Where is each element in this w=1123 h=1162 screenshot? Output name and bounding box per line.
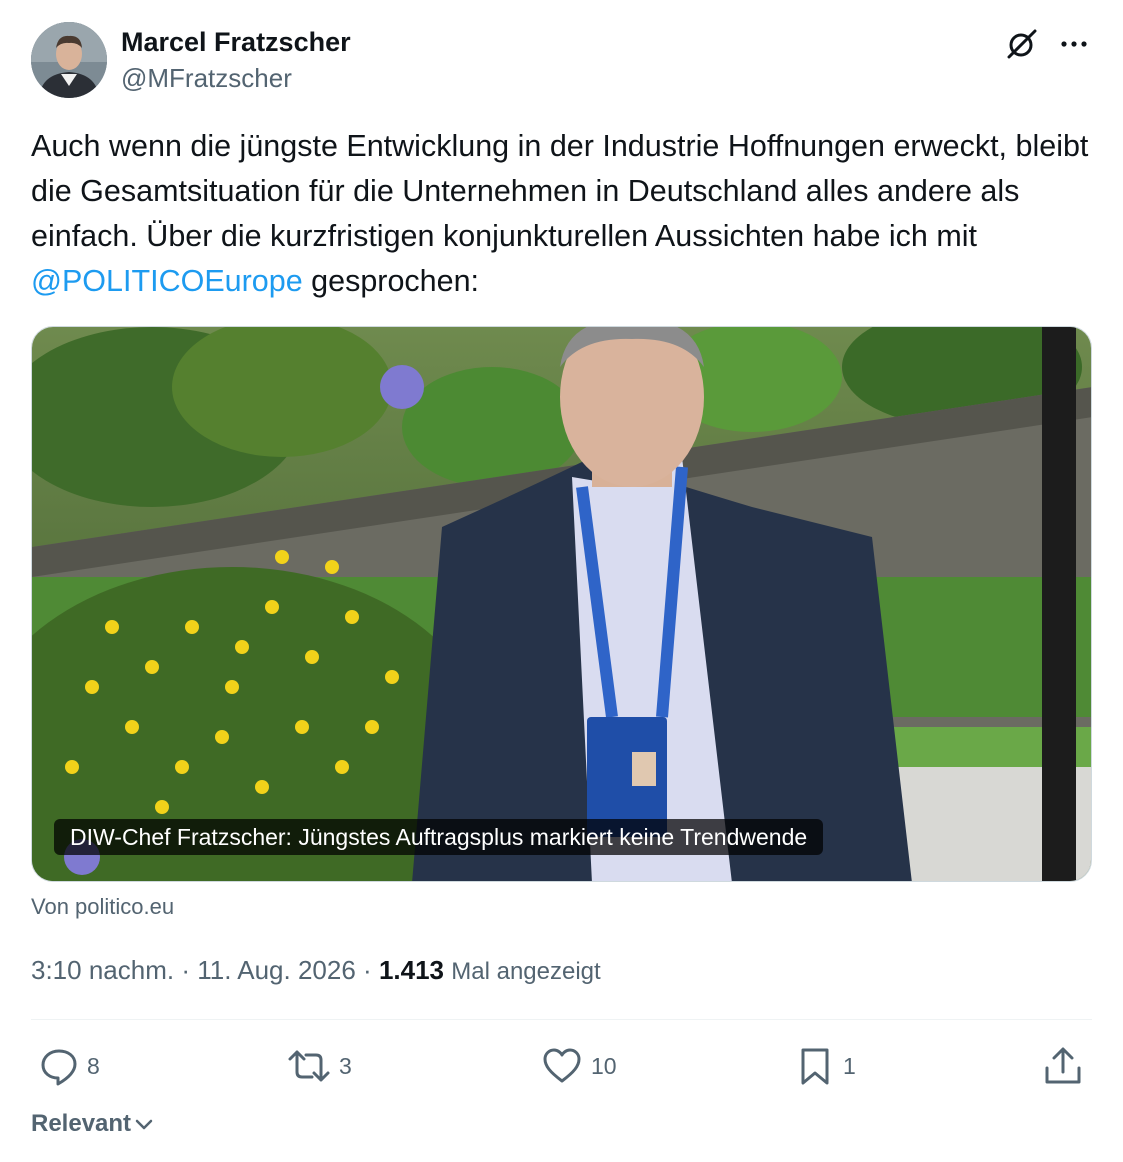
- views-label: Mal angezeigt: [451, 958, 601, 985]
- reply-button[interactable]: 8: [39, 1040, 100, 1092]
- tweet-text-before: Auch wenn die jüngste Entwicklung in der…: [31, 129, 1089, 253]
- more-icon[interactable]: [1056, 26, 1092, 62]
- chevron-down-icon: [135, 1119, 153, 1130]
- like-icon: [543, 1048, 581, 1083]
- tweet-meta: 3:10 nachm. · 11. Aug. 2026 · 1.413 Mal …: [31, 952, 601, 990]
- avatar[interactable]: [31, 22, 107, 98]
- tweet-text: Auch wenn die jüngste Entwicklung in der…: [31, 124, 1101, 304]
- repost-button[interactable]: 3: [287, 1040, 352, 1092]
- grok-icon[interactable]: [1004, 26, 1040, 62]
- like-button[interactable]: 10: [541, 1040, 617, 1092]
- sort-label: Relevant: [31, 1110, 132, 1137]
- author-display-name[interactable]: Marcel Fratzscher: [121, 26, 351, 58]
- share-button[interactable]: [1043, 1040, 1083, 1092]
- sort-dropdown[interactable]: Relevant: [31, 1107, 155, 1141]
- card-caption: DIW-Chef Fratzscher: Jüngstes Auftragspl…: [54, 819, 824, 855]
- tweet-text-after: gesprochen:: [302, 264, 480, 298]
- tweet-time[interactable]: 3:10 nachm.: [31, 955, 174, 985]
- views-count: 1.413: [378, 955, 445, 985]
- link-card[interactable]: DIW-Chef Fratzscher: Jüngstes Auftragspl…: [31, 326, 1092, 882]
- share-icon: [1045, 1047, 1081, 1084]
- divider: [31, 1019, 1092, 1020]
- bookmark-button[interactable]: 1: [795, 1040, 856, 1092]
- card-source[interactable]: Von politico.eu: [31, 893, 174, 921]
- reply-icon: [41, 1049, 77, 1086]
- card-image: [32, 327, 1091, 881]
- repost-icon: [288, 1050, 330, 1082]
- tweet-date[interactable]: 11. Aug. 2026: [197, 955, 356, 985]
- tweet-header: Marcel Fratzscher @MFratzscher: [31, 22, 1092, 100]
- mention-link[interactable]: @POLITICOEurope: [31, 264, 303, 298]
- like-count: 10: [591, 1052, 617, 1079]
- meta-separator: ·: [181, 955, 190, 985]
- author-handle[interactable]: @MFratzscher: [121, 60, 351, 96]
- bookmark-count: 1: [843, 1052, 856, 1079]
- action-bar: 8 3 10 1: [31, 1040, 1092, 1092]
- meta-separator: ·: [363, 955, 372, 985]
- bookmark-icon: [801, 1048, 829, 1085]
- repost-count: 3: [339, 1052, 352, 1079]
- reply-count: 8: [87, 1052, 100, 1079]
